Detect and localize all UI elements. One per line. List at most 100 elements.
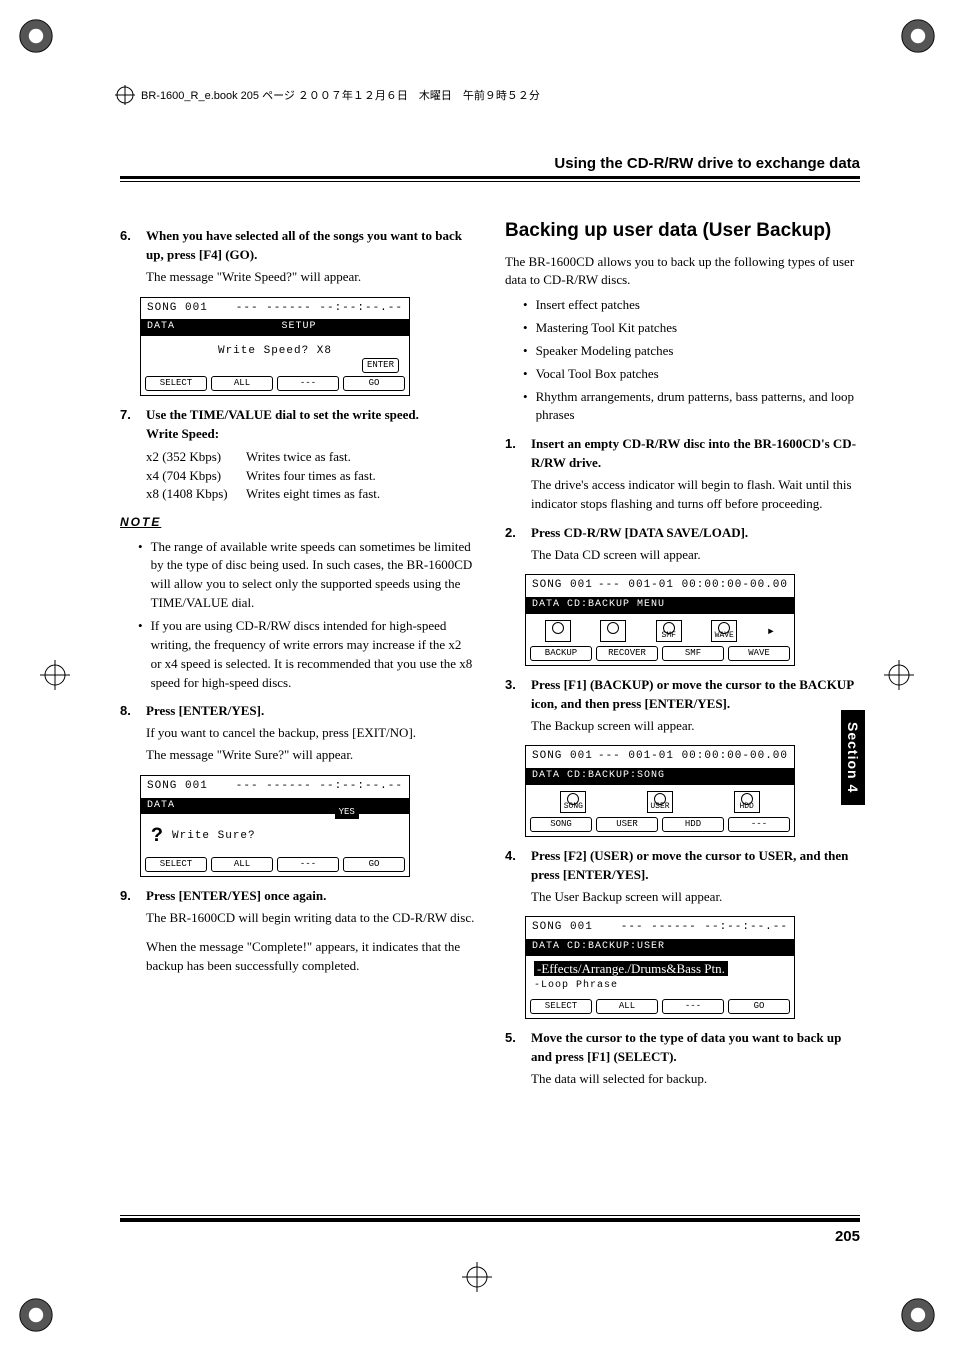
lcd-softkey: GO (343, 376, 405, 391)
note-text: If you are using CD-R/RW discs intended … (151, 617, 475, 692)
lcd-softkey: --- (277, 857, 339, 872)
bullet-icon (523, 319, 528, 338)
step-8: 8. Press [ENTER/YES]. If you want to can… (120, 702, 475, 765)
right-column: Backing up user data (User Backup) The B… (505, 217, 860, 1093)
speed-desc: Writes eight times as fast. (246, 485, 380, 504)
section-heading: Backing up user data (User Backup) (505, 217, 860, 245)
lcd-softkey: SONG (530, 817, 592, 832)
step-title: Use the TIME/VALUE dial to set the write… (146, 406, 475, 425)
step-number: 3. (505, 676, 523, 736)
lcd-softkey: ALL (211, 857, 273, 872)
page-meta-header: BR-1600_R_e.book 205 ページ ２００７年１２月６日 木曜日 … (115, 85, 540, 105)
bullet-text: Insert effect patches (536, 296, 640, 315)
intro-text: The BR-1600CD allows you to back up the … (505, 253, 860, 291)
registration-mark-bottom-icon (462, 1262, 492, 1297)
step-number: 8. (120, 702, 138, 765)
step-3: 3. Press [F1] (BACKUP) or move the curso… (505, 676, 860, 736)
step-desc: The Data CD screen will appear. (531, 546, 860, 565)
disc-icon: WAVE (711, 620, 737, 642)
lcd-song: SONG 001 (532, 749, 593, 765)
bullet-icon (138, 538, 143, 613)
header-rule-thick-icon (120, 176, 860, 179)
speed-label: x8 (1408 Kbps) (146, 485, 246, 504)
registration-mark-left-icon (40, 660, 70, 695)
lcd-meter: --- ------ --:--:--.-- (236, 779, 403, 795)
step-title: Move the cursor to the type of data you … (531, 1029, 860, 1067)
lcd-softkey: --- (728, 817, 790, 832)
lcd-song: SONG 001 (147, 301, 208, 317)
lcd-song: SONG 001 (532, 920, 593, 936)
step-6: 6. When you have selected all of the son… (120, 227, 475, 287)
step-title: Press CD-R/RW [DATA SAVE/LOAD]. (531, 524, 860, 543)
bullet-icon (523, 388, 528, 426)
lcd-softkey: USER (596, 817, 658, 832)
lcd-enter-button: ENTER (362, 358, 399, 373)
speed-label: x2 (352 Kbps) (146, 448, 246, 467)
lcd-song: SONG 001 (532, 578, 593, 594)
step-9: 9. Press [ENTER/YES] once again. The BR-… (120, 887, 475, 975)
note-bullet: The range of available write speeds can … (138, 538, 475, 613)
lcd-softkey: GO (728, 999, 790, 1014)
step-number: 4. (505, 847, 523, 907)
bullet-icon (523, 296, 528, 315)
lcd-softkey: SELECT (530, 999, 592, 1014)
step-title: Insert an empty CD-R/RW disc into the BR… (531, 435, 860, 473)
lcd-softkey: ALL (211, 376, 273, 391)
note-text: The range of available write speeds can … (151, 538, 475, 613)
list-item: Speaker Modeling patches (523, 342, 860, 361)
step-desc: The Backup screen will appear. (531, 717, 860, 736)
step-title: Press [ENTER/YES] once again. (146, 887, 475, 906)
lcd-write-speed: SONG 001 --- ------ --:--:--.-- DATA SET… (140, 297, 410, 396)
lcd-tab: DATA CD:BACKUP:SONG (532, 769, 665, 784)
step-desc: The drive's access indicator will begin … (531, 476, 860, 514)
speed-row: x2 (352 Kbps) Writes twice as fast. (146, 448, 475, 467)
speed-desc: Writes four times as fast. (246, 467, 376, 486)
step-number: 5. (505, 1029, 523, 1089)
lcd-meter: --- 001-01 00:00:00-00.00 (598, 578, 788, 594)
step-subtitle: Write Speed: (146, 425, 475, 444)
lcd-softkey: SMF (662, 646, 724, 661)
speed-row: x4 (704 Kbps) Writes four times as fast. (146, 467, 475, 486)
crop-mark-icon (115, 85, 135, 105)
disc-icon: SONG (560, 791, 586, 813)
bullet-text: Vocal Tool Box patches (536, 365, 659, 384)
lcd-softkey: --- (662, 999, 724, 1014)
lcd-softkey: WAVE (728, 646, 790, 661)
lcd-meter: --- ------ --:--:--.-- (236, 301, 403, 317)
page-meta-text: BR-1600_R_e.book 205 ページ ２００７年１２月６日 木曜日 … (141, 87, 540, 103)
lcd-setup: SETUP (195, 320, 403, 335)
speed-desc: Writes twice as fast. (246, 448, 351, 467)
step-1: 1. Insert an empty CD-R/RW disc into the… (505, 435, 860, 513)
lcd-softkey: BACKUP (530, 646, 592, 661)
step-2: 2. Press CD-R/RW [DATA SAVE/LOAD]. The D… (505, 524, 860, 565)
bullet-text: Rhythm arrangements, drum patterns, bass… (536, 388, 860, 426)
lcd-tab: DATA (147, 799, 175, 814)
bullet-icon (523, 342, 528, 361)
lcd-meter: --- 001-01 00:00:00-00.00 (598, 749, 788, 765)
lcd-softkey: ALL (596, 999, 658, 1014)
lcd-backup-user: SONG 001 --- ------ --:--:--.-- DATA CD:… (525, 916, 795, 1019)
lcd-tab: DATA CD:BACKUP MENU (532, 598, 665, 613)
step-number: 6. (120, 227, 138, 287)
lcd-softkey: SELECT (145, 857, 207, 872)
question-mark-icon: ? (151, 822, 164, 851)
section-tab: Section 4 (841, 710, 865, 805)
step-desc: The User Backup screen will appear. (531, 888, 860, 907)
lcd-meter: --- ------ --:--:--.-- (621, 920, 788, 936)
lcd-tab: DATA CD:BACKUP:USER (532, 940, 665, 955)
registration-mark-right-icon (884, 660, 914, 695)
bullet-icon (523, 365, 528, 384)
bullet-text: Mastering Tool Kit patches (536, 319, 677, 338)
list-item: Mastering Tool Kit patches (523, 319, 860, 338)
footer-rule-thick-icon (120, 1218, 860, 1222)
print-mark-top-right-icon (900, 18, 936, 54)
step-desc: The data will selected for backup. (531, 1070, 860, 1089)
step-desc: The BR-1600CD will begin writing data to… (146, 909, 475, 928)
lcd-softkey: GO (343, 857, 405, 872)
arrow-right-icon: ▸ (767, 622, 775, 642)
note-icon: NOTE (120, 514, 475, 531)
lcd-selected-row: -Effects/Arrange./Drums&Bass Ptn. (534, 961, 728, 976)
speed-label: x4 (704 Kbps) (146, 467, 246, 486)
print-mark-bottom-left-icon (18, 1297, 54, 1333)
lcd-softkey: --- (277, 376, 339, 391)
